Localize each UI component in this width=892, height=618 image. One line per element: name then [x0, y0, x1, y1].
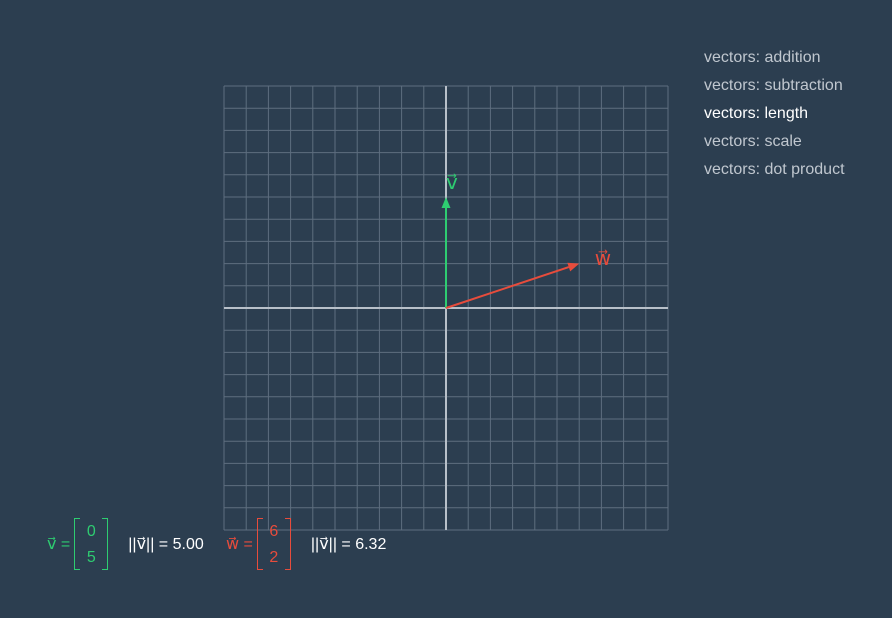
vector-v-y-component[interactable]: 5 — [74, 548, 108, 568]
vector-v-prefix: v⃗ = — [47, 536, 71, 553]
vector-w-shaft — [445, 266, 570, 309]
vector-v-matrix: 0 5 — [74, 518, 109, 570]
vector-w-matrix: 6 2 — [256, 518, 291, 570]
menu-item-subtraction[interactable]: vectors: subtraction — [704, 72, 845, 100]
vector-w-y-component[interactable]: 2 — [257, 548, 291, 568]
vector-w-label: w⃗ — [595, 248, 611, 270]
example-menu: vectors: addition vectors: subtraction v… — [704, 44, 845, 184]
vector-v-x-component[interactable]: 0 — [74, 522, 108, 542]
vector-w-arrowhead — [567, 262, 580, 272]
menu-item-dot-product[interactable]: vectors: dot product — [704, 156, 845, 184]
vector-v-arrowhead — [441, 197, 451, 208]
vector-v-length: ||v⃗|| = 5.00 — [128, 536, 204, 553]
vector-w-length: ||v⃗|| = 6.32 — [310, 536, 387, 553]
menu-item-length[interactable]: vectors: length — [704, 100, 845, 128]
vector-v-label: v⃗ — [446, 172, 458, 194]
menu-item-addition[interactable]: vectors: addition — [704, 44, 845, 72]
menu-item-scale[interactable]: vectors: scale — [704, 128, 845, 156]
vector-v-readout: v⃗ = 0 5 ||v⃗|| = 5.00 — [47, 515, 204, 573]
vector-w-x-component[interactable]: 6 — [257, 522, 291, 542]
vectors-layer: v⃗ w⃗ — [441, 172, 611, 309]
vector-w-readout: w⃗ = 6 2 ||v⃗|| = 6.32 — [226, 515, 386, 573]
vector-w-prefix: w⃗ = — [226, 536, 253, 553]
